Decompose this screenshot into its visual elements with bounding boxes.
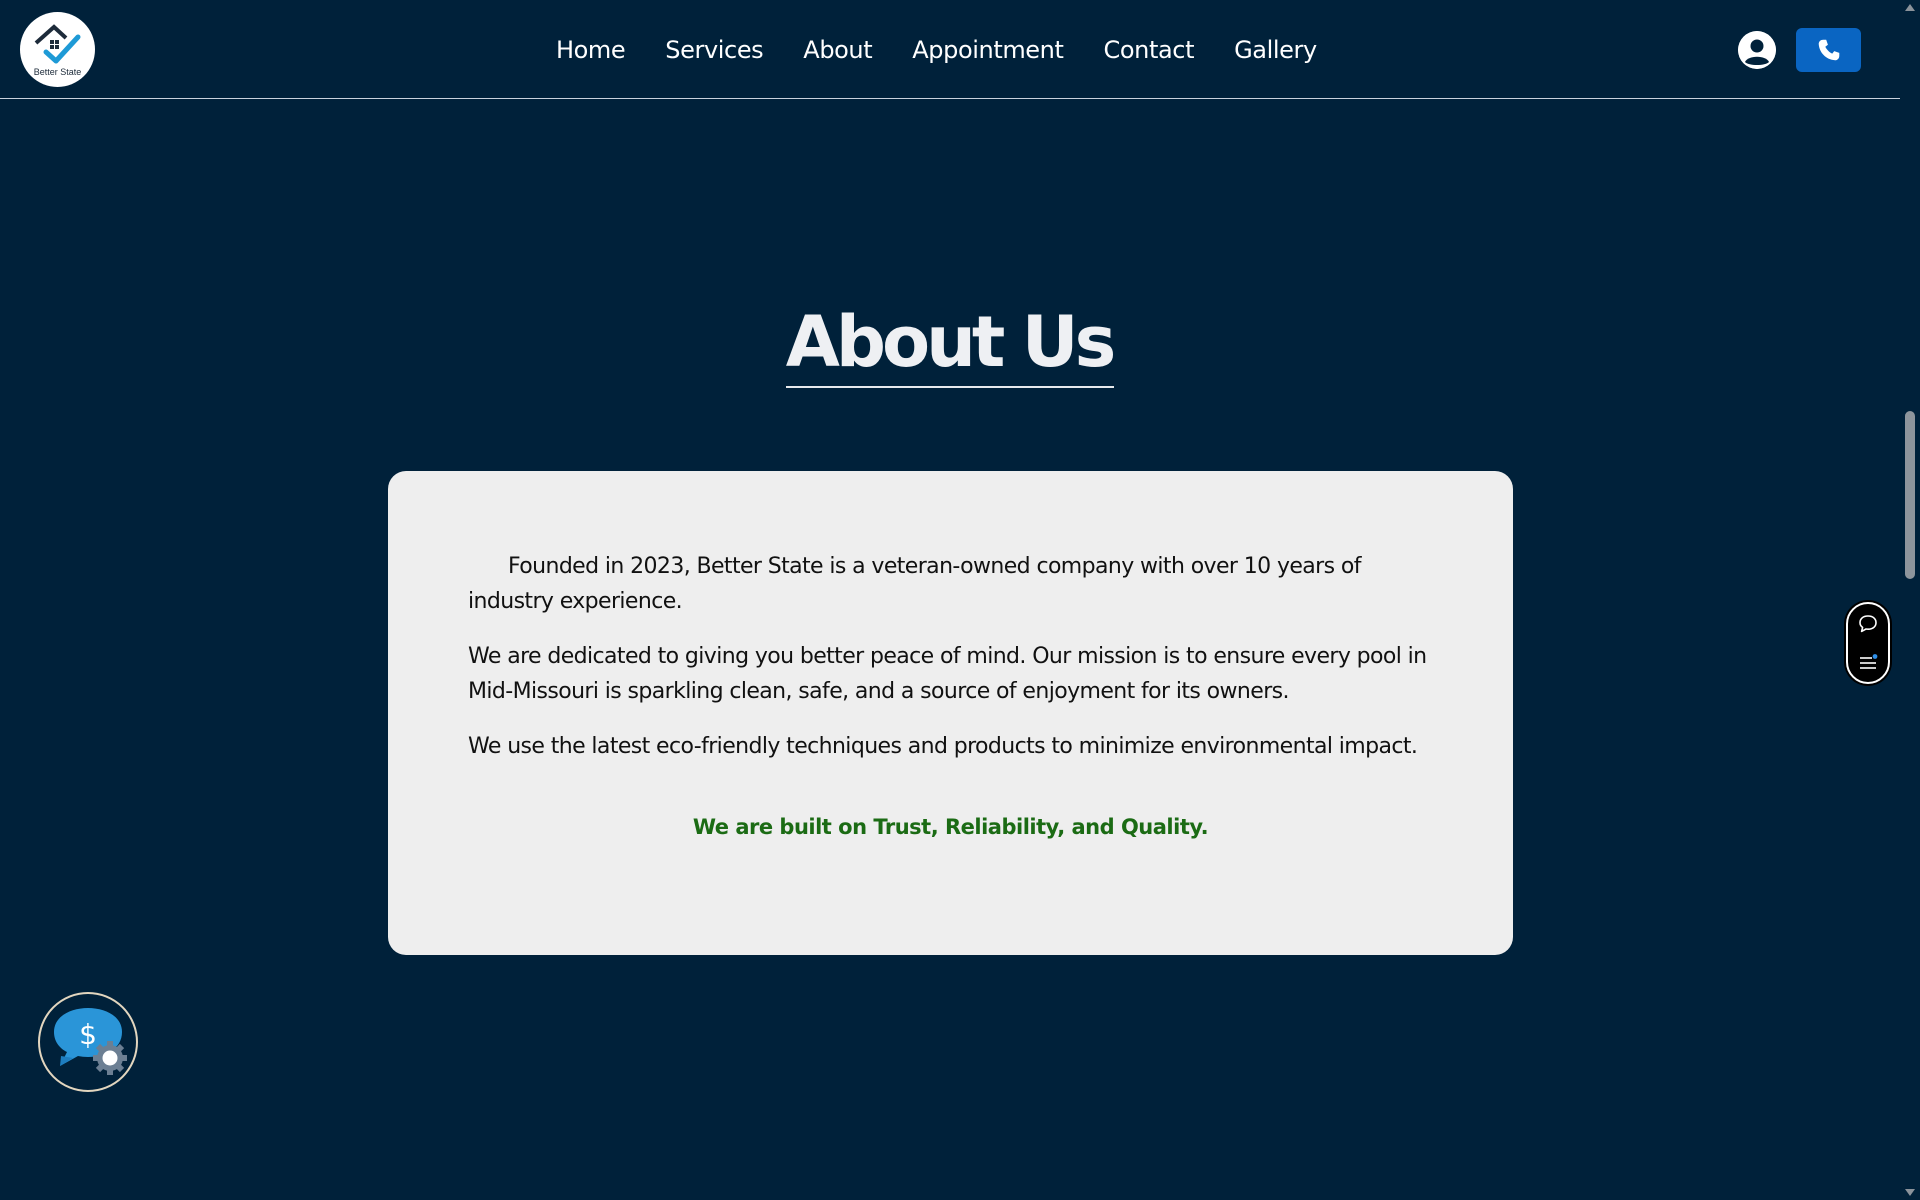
phone-button[interactable] <box>1796 28 1861 72</box>
house-check-logo-icon <box>34 23 80 63</box>
dollar-chat-icon: $ <box>54 1008 127 1075</box>
chat-bubble-icon <box>1859 615 1877 633</box>
about-tagline: We are built on Trust, Reliability, and … <box>692 815 1209 839</box>
about-paragraph: We are dedicated to giving you better pe… <box>468 644 1427 704</box>
scrollbar[interactable] <box>1900 0 1920 1200</box>
about-title: About Us <box>785 300 1116 388</box>
user-circle-icon <box>1738 31 1776 69</box>
quote-widget-button[interactable]: $ <box>38 992 138 1092</box>
side-widget <box>1846 602 1890 684</box>
scroll-up-arrow-icon[interactable] <box>1905 4 1915 11</box>
account-button[interactable] <box>1738 31 1776 69</box>
about-title-wrapper: About Us <box>0 300 1900 388</box>
main-nav: Home Services About Appointment Contact … <box>556 30 1317 70</box>
scroll-thumb[interactable] <box>1905 411 1915 579</box>
menu-icon <box>1860 654 1878 669</box>
menu-button[interactable] <box>1848 644 1888 680</box>
page: Better State Home Services About Appoint… <box>0 0 1920 1200</box>
logo-text: Better State <box>33 66 82 77</box>
nav-home[interactable]: Home <box>556 32 626 68</box>
about-card: Founded in 2023, Better State is a veter… <box>388 471 1513 955</box>
nav-gallery[interactable]: Gallery <box>1234 32 1317 68</box>
nav-appointment[interactable]: Appointment <box>912 32 1064 68</box>
scroll-down-arrow-icon[interactable] <box>1905 1189 1915 1196</box>
logo[interactable]: Better State <box>20 12 95 87</box>
nav-services[interactable]: Services <box>665 32 763 68</box>
site-header: Better State Home Services About Appoint… <box>0 0 1900 99</box>
chat-button[interactable] <box>1848 606 1888 642</box>
nav-contact[interactable]: Contact <box>1104 32 1195 68</box>
about-paragraph: Founded in 2023, Better State is a veter… <box>468 554 1361 614</box>
svg-text:$: $ <box>79 1018 97 1051</box>
nav-about[interactable]: About <box>803 32 872 68</box>
about-paragraph: We use the latest eco-friendly technique… <box>468 734 1418 759</box>
phone-icon <box>1818 39 1839 61</box>
